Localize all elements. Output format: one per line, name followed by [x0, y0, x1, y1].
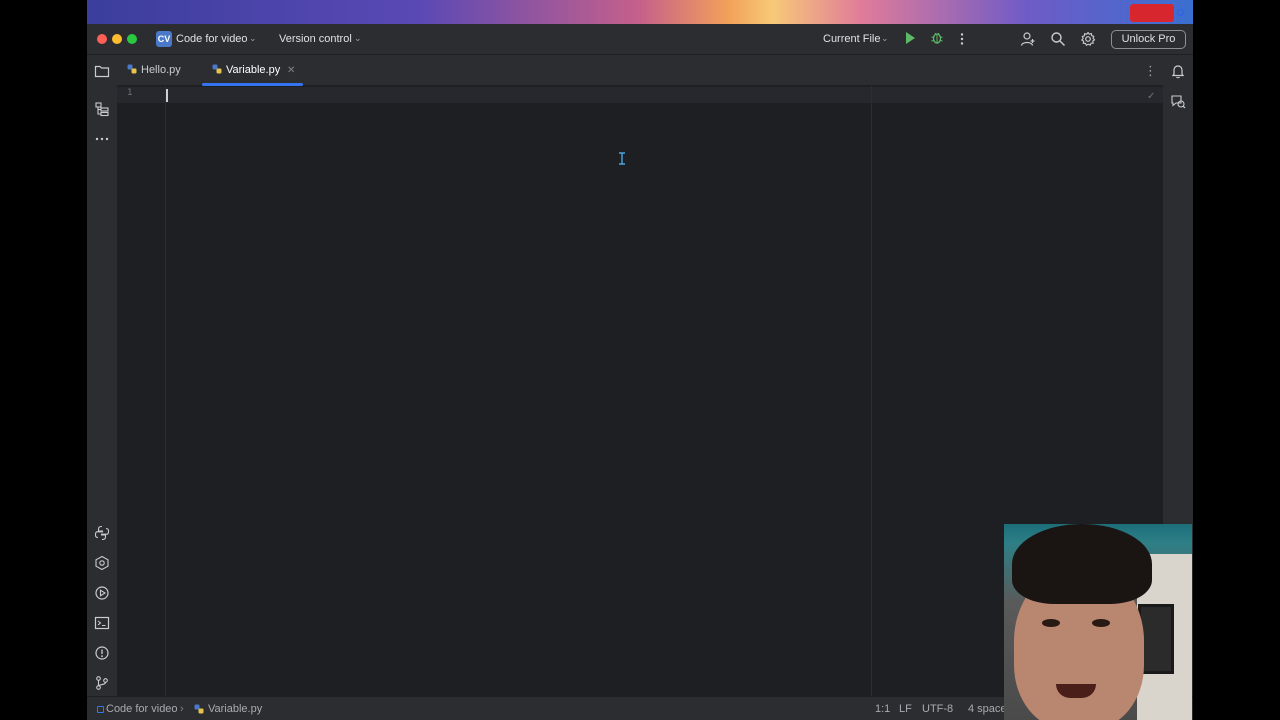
desktop-wallpaper [87, 0, 1193, 24]
file-encoding[interactable]: UTF-8 [922, 703, 953, 715]
python-file-icon [194, 704, 204, 714]
chevron-down-icon[interactable]: ⌄ [354, 33, 364, 43]
letterbox-right [1193, 0, 1280, 720]
inspection-ok-icon[interactable]: ✓ [1147, 91, 1155, 102]
python-packages-icon[interactable] [94, 525, 110, 541]
caret-position[interactable]: 1:1 [875, 703, 890, 715]
minimize-window-button[interactable] [112, 34, 122, 44]
version-control-menu[interactable]: Version control [279, 32, 352, 46]
gutter-separator [165, 86, 166, 696]
tab-label: Hello.py [141, 64, 181, 76]
notifications-icon[interactable] [1170, 63, 1186, 79]
add-user-icon[interactable] [1020, 31, 1036, 47]
ibeam-cursor-icon [619, 152, 625, 165]
python-console-icon[interactable] [94, 555, 110, 571]
webcam-eye-right [1092, 619, 1110, 627]
search-icon[interactable] [1050, 31, 1066, 47]
menubar-status-icon[interactable] [1177, 9, 1184, 16]
current-line-highlight [117, 87, 1163, 103]
webcam-overlay [1004, 524, 1192, 720]
editor-tab-bar: Hello.py Variable.py ✕ ⋮ [117, 55, 1163, 86]
letterbox-left [0, 0, 87, 720]
close-window-button[interactable] [97, 34, 107, 44]
line-number: 1 [127, 88, 133, 98]
tab-hello-py[interactable]: Hello.py [127, 55, 181, 86]
right-margin-guide [871, 86, 872, 696]
chevron-down-icon[interactable]: ⌄ [249, 33, 259, 43]
webcam-hair [1012, 524, 1152, 604]
desktop-folder-icon[interactable] [1130, 4, 1174, 22]
chevron-down-icon[interactable]: ⌄ [881, 33, 891, 43]
folder-icon[interactable] [94, 63, 110, 79]
unlock-pro-button[interactable]: Unlock Pro [1111, 30, 1186, 49]
left-tool-strip [87, 55, 117, 696]
more-actions-icon[interactable] [954, 31, 970, 47]
project-badge-icon[interactable]: CV [156, 31, 172, 47]
indent-setting[interactable]: 4 space [968, 703, 1007, 715]
python-file-icon [127, 64, 137, 74]
tab-options-icon[interactable]: ⋮ [1144, 55, 1157, 86]
more-icon[interactable] [94, 131, 110, 147]
text-caret [166, 89, 168, 102]
run-configuration-selector[interactable]: Current File [823, 32, 880, 46]
project-selector[interactable]: Code for video [176, 32, 248, 46]
ai-assistant-icon[interactable] [1170, 93, 1186, 109]
line-ending[interactable]: LF [899, 703, 912, 715]
problems-icon[interactable] [94, 645, 110, 661]
services-icon[interactable] [94, 585, 110, 601]
debug-icon[interactable] [931, 31, 943, 44]
title-bar: CV Code for video ⌄ Version control ⌄ Cu… [87, 24, 1193, 55]
project-square-icon [97, 706, 104, 713]
zoom-window-button[interactable] [127, 34, 137, 44]
python-file-icon [212, 64, 222, 74]
webcam-eye-left [1042, 619, 1060, 627]
breadcrumb-project[interactable]: Code for video [106, 703, 178, 715]
close-tab-icon[interactable]: ✕ [287, 55, 295, 86]
breadcrumb-file[interactable]: Variable.py [208, 703, 262, 715]
structure-icon[interactable] [94, 101, 110, 117]
run-icon[interactable] [906, 32, 915, 44]
gear-icon[interactable] [1080, 31, 1096, 47]
git-icon[interactable] [94, 675, 110, 691]
terminal-icon[interactable] [94, 615, 110, 631]
tab-variable-py[interactable]: Variable.py [212, 55, 280, 86]
tab-label: Variable.py [226, 64, 281, 76]
breadcrumb-separator-icon: › [180, 703, 184, 715]
